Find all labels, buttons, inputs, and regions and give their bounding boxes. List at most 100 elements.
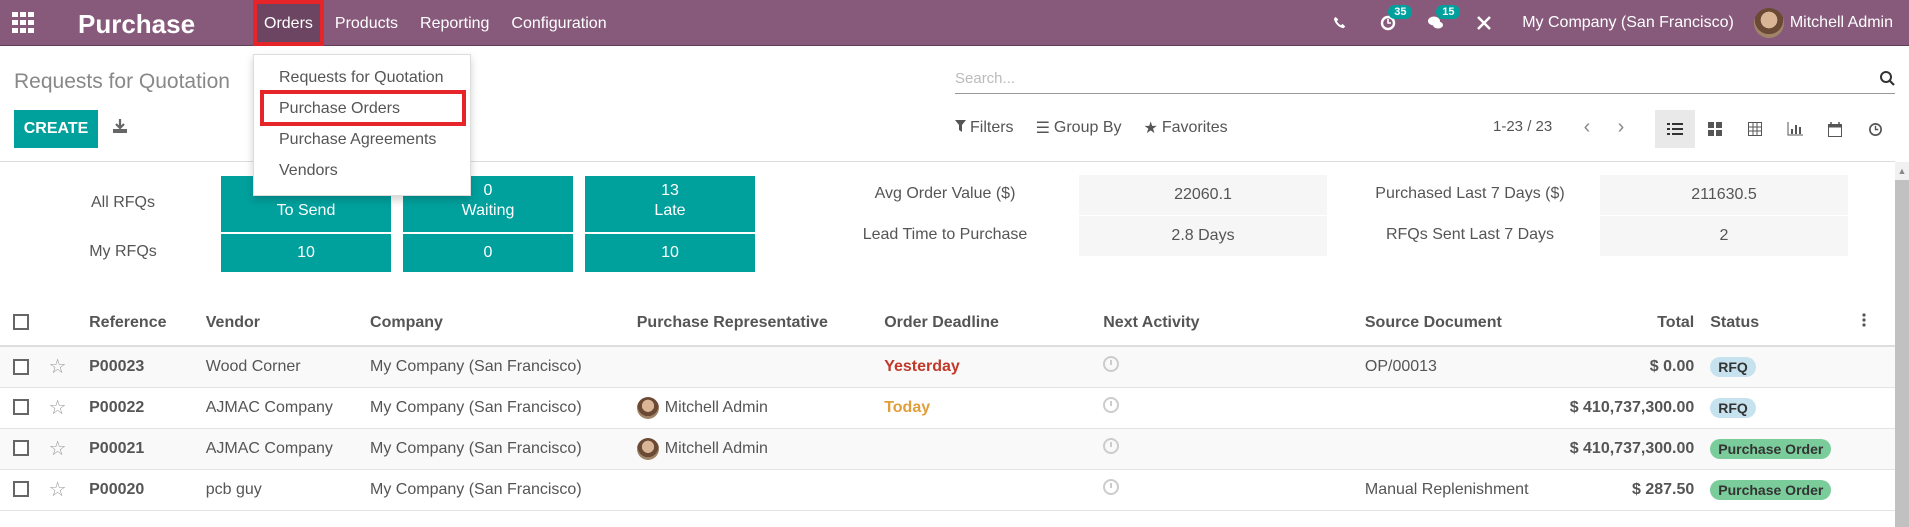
search-input[interactable] (955, 64, 1855, 92)
page-title: Requests for Quotation (14, 70, 230, 93)
menu-reporting[interactable]: Reporting (409, 0, 500, 46)
messages-icon[interactable]: 15 (1426, 5, 1461, 33)
cell-vendor: Wood Corner (197, 346, 363, 388)
list-view-icon[interactable] (1655, 110, 1695, 148)
col-total[interactable]: Total (1559, 300, 1703, 347)
filters-button[interactable]: Filters (955, 118, 1014, 138)
favorite-header (40, 300, 82, 347)
star-icon[interactable]: ☆ (49, 397, 67, 419)
scroll-up-icon[interactable]: ▲ (1895, 162, 1909, 180)
activity-clock-icon[interactable] (1103, 397, 1120, 413)
dropdown-item-purchase-orders[interactable]: Purchase Orders (279, 100, 400, 118)
activity-clock-icon[interactable] (1103, 438, 1120, 454)
systray: 35 15 My Company (San Francisco) Mitchel… (1316, 0, 1909, 46)
select-all-checkbox[interactable] (13, 314, 29, 331)
rep-avatar (636, 437, 659, 460)
pager-next-icon[interactable]: › (1604, 116, 1638, 139)
tile-my-late[interactable]: 10 (585, 234, 755, 272)
table-row[interactable]: ☆ P00022 AJMAC Company My Company (San F… (0, 387, 1895, 429)
tile-my-waiting[interactable]: 0 (403, 234, 573, 272)
col-status[interactable]: Status (1702, 300, 1855, 347)
table-row[interactable]: ☆ P00020 pcb guy My Company (San Francis… (0, 469, 1895, 511)
vertical-scrollbar[interactable]: ▲ (1895, 162, 1909, 527)
activity-view-icon[interactable] (1855, 110, 1895, 148)
cell-source: Manual Replenishment (1356, 469, 1560, 511)
phone-icon[interactable] (1330, 13, 1350, 33)
debug-tools-icon[interactable] (1474, 13, 1494, 33)
row-checkbox[interactable] (13, 399, 29, 416)
cell-reference: P00023 (81, 346, 198, 388)
col-company[interactable]: Company (362, 300, 629, 347)
star-icon[interactable]: ☆ (49, 438, 67, 460)
col-next-activity[interactable]: Next Activity (1095, 300, 1357, 347)
cell-rep: Mitchell Admin (664, 398, 768, 416)
table-row[interactable]: ☆ P00023 Wood Corner My Company (San Fra… (0, 346, 1895, 388)
activity-clock-icon[interactable] (1103, 356, 1120, 373)
my-rfqs-label: My RFQs (89, 243, 157, 260)
menu-orders[interactable]: Orders (253, 0, 324, 46)
col-source-document[interactable]: Source Document (1356, 300, 1560, 347)
kpi-avg-order-value-label: Avg Order Value ($) (874, 185, 1016, 202)
kpi-lead-time-label: Lead Time to Purchase (862, 226, 1028, 243)
cell-company: My Company (San Francisco) (362, 346, 629, 388)
dropdown-item-purchase-agreements[interactable]: Purchase Agreements (279, 131, 436, 149)
col-reference[interactable]: Reference (81, 300, 198, 347)
group-by-label: Group By (1053, 119, 1122, 136)
tile-my-to-send[interactable]: 10 (221, 234, 391, 272)
col-order-deadline[interactable]: Order Deadline (876, 300, 1096, 347)
cell-vendor: AJMAC Company (197, 428, 363, 470)
pivot-view-icon[interactable] (1735, 110, 1775, 148)
status-badge: RFQ (1710, 356, 1756, 377)
dropdown-item-vendors[interactable]: Vendors (279, 162, 338, 180)
pager-value[interactable]: 1-23 / 23 (1493, 118, 1552, 135)
star-icon[interactable]: ☆ (49, 479, 67, 501)
dropdown-item-rfq[interactable]: Requests for Quotation (279, 69, 444, 87)
menu-products[interactable]: Products (324, 0, 409, 46)
tile-all-waiting-label: Waiting (461, 202, 515, 219)
cell-total: $ 287.50 (1559, 469, 1703, 511)
kpi-avg-order-value: 22060.1 (1079, 175, 1327, 215)
activity-clock-icon[interactable]: 35 (1378, 5, 1413, 33)
calendar-view-icon[interactable] (1815, 110, 1855, 148)
cell-source (1356, 387, 1560, 429)
row-checkbox[interactable] (13, 481, 29, 498)
cell-vendor: AJMAC Company (197, 387, 363, 429)
cell-reference: P00021 (81, 428, 198, 470)
row-checkbox[interactable] (13, 358, 29, 375)
create-button[interactable]: CREATE (14, 110, 98, 148)
download-icon[interactable] (112, 118, 132, 138)
cell-rep (628, 469, 877, 511)
graph-view-icon[interactable] (1775, 110, 1815, 148)
col-vendor[interactable]: Vendor (197, 300, 363, 347)
user-menu[interactable]: Mitchell Admin (1753, 8, 1893, 38)
cell-company: My Company (San Francisco) (362, 428, 629, 470)
company-switcher[interactable]: My Company (San Francisco) (1522, 14, 1734, 32)
favorites-label: Favorites (1161, 119, 1228, 136)
cell-source (1356, 428, 1560, 470)
activity-count-badge: 35 (1388, 5, 1413, 19)
group-by-button[interactable]: ☰ Group By (1036, 118, 1122, 138)
cell-deadline (876, 428, 1096, 470)
all-rfqs-label: All RFQs (91, 194, 155, 211)
optional-columns-toggle[interactable] (1854, 300, 1895, 347)
menu-configuration[interactable]: Configuration (500, 0, 617, 46)
cell-deadline: Yesterday (876, 346, 1096, 388)
rfq-list-table: Reference Vendor Company Purchase Repres… (0, 300, 1895, 511)
apps-menu-icon[interactable] (12, 12, 36, 34)
col-purchase-representative[interactable]: Purchase Representative (628, 300, 877, 347)
table-row[interactable]: ☆ P00021 AJMAC Company My Company (San F… (0, 428, 1895, 470)
tile-all-late[interactable]: 13 Late (585, 176, 755, 232)
star-icon: ★ (1143, 120, 1158, 137)
row-checkbox[interactable] (13, 440, 29, 457)
pager-previous-icon[interactable]: ‹ (1570, 116, 1604, 139)
star-icon[interactable]: ☆ (49, 356, 67, 378)
tile-all-late-count: 13 (661, 182, 679, 199)
kanban-view-icon[interactable] (1695, 110, 1735, 148)
cell-total: $ 410,737,300.00 (1559, 387, 1703, 429)
favorites-button[interactable]: ★ Favorites (1144, 118, 1228, 138)
kpi-purchased-7d-label: Purchased Last 7 Days ($) (1375, 185, 1565, 202)
app-title[interactable]: Purchase (78, 9, 195, 40)
tile-all-late-label: Late (654, 202, 686, 219)
search-icon[interactable] (1879, 70, 1895, 91)
activity-clock-icon[interactable] (1103, 479, 1120, 495)
